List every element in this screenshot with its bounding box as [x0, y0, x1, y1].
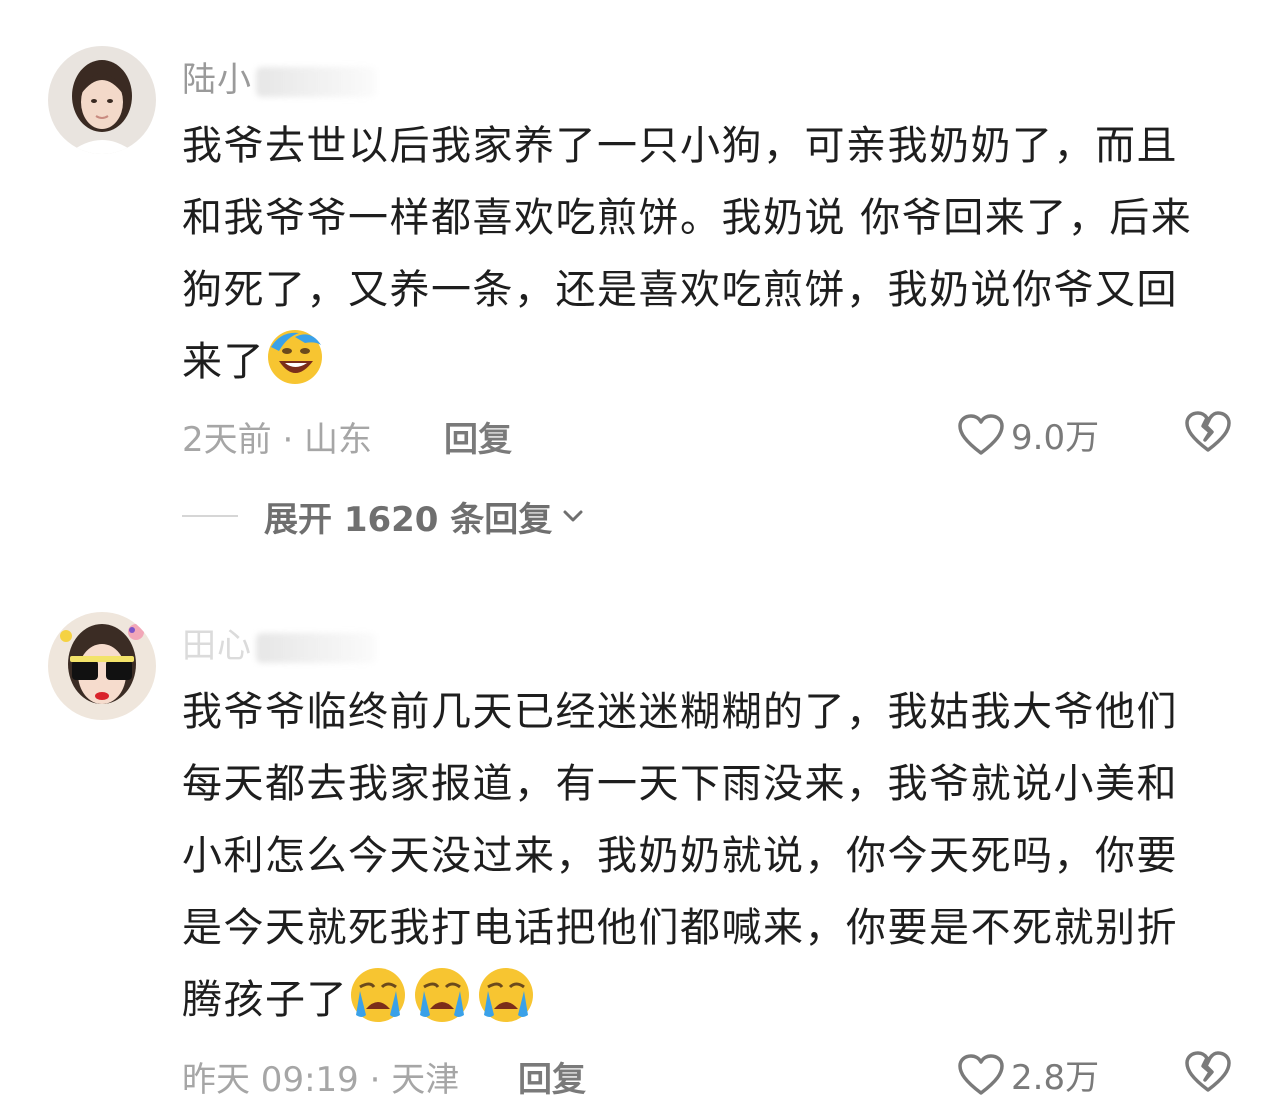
username-blur — [256, 66, 376, 97]
crying-emoji — [351, 968, 405, 1022]
heart-icon — [958, 413, 1004, 455]
avatar[interactable] — [48, 46, 156, 154]
comment-body: 我爷爷临终前几天已经迷迷糊糊的了，我姑我大爷他们每天都去我家报道，有一天下雨没来… — [182, 676, 1212, 1036]
username-text: 田心 — [182, 626, 252, 666]
crying-emoji — [415, 968, 469, 1022]
crying-emoji — [479, 968, 533, 1022]
heart-icon — [958, 1053, 1004, 1095]
username-blur — [256, 632, 376, 663]
chevron-down-icon — [563, 510, 583, 522]
expand-replies-label: 展开 1620 条回复 — [264, 499, 553, 540]
comment-text: 我爷爷临终前几天已经迷迷糊糊的了，我姑我大爷他们每天都去我家报道，有一天下雨没来… — [182, 689, 1178, 1023]
like-button[interactable]: 2.8万 — [957, 1050, 1099, 1099]
like-count: 2.8万 — [1011, 1058, 1100, 1098]
time-location: 昨天 09:19 · 天津 — [182, 1060, 460, 1100]
divider-line — [182, 515, 238, 517]
comment-text: 我爷去世以后我家养了一只小狗，可亲我奶奶了，而且和我爷爷一样都喜欢吃煎饼。我奶说… — [182, 123, 1193, 385]
username[interactable]: 田心 — [182, 618, 376, 667]
reply-button[interactable]: 回复 — [444, 412, 512, 461]
username[interactable]: 陆小 — [182, 52, 376, 101]
broken-heart-icon[interactable] — [1184, 408, 1232, 456]
comment-meta: 2天前 · 山东 回复 9.0万 — [182, 410, 1283, 461]
comment-meta: 昨天 09:19 · 天津 回复 2.8万 — [182, 1050, 1283, 1100]
like-button[interactable]: 9.0万 — [957, 410, 1099, 459]
username-text: 陆小 — [182, 60, 252, 100]
expand-replies-button[interactable]: 展开 1620 条回复 — [182, 494, 586, 540]
reply-button[interactable]: 回复 — [518, 1052, 586, 1100]
broken-heart-icon[interactable] — [1184, 1048, 1232, 1096]
avatar[interactable] — [48, 612, 156, 720]
like-count: 9.0万 — [1011, 418, 1100, 458]
laugh-cry-emoji — [268, 330, 322, 384]
comment-body: 我爷去世以后我家养了一只小狗，可亲我奶奶了，而且和我爷爷一样都喜欢吃煎饼。我奶说… — [182, 110, 1212, 398]
time-location: 2天前 · 山东 — [182, 420, 373, 460]
